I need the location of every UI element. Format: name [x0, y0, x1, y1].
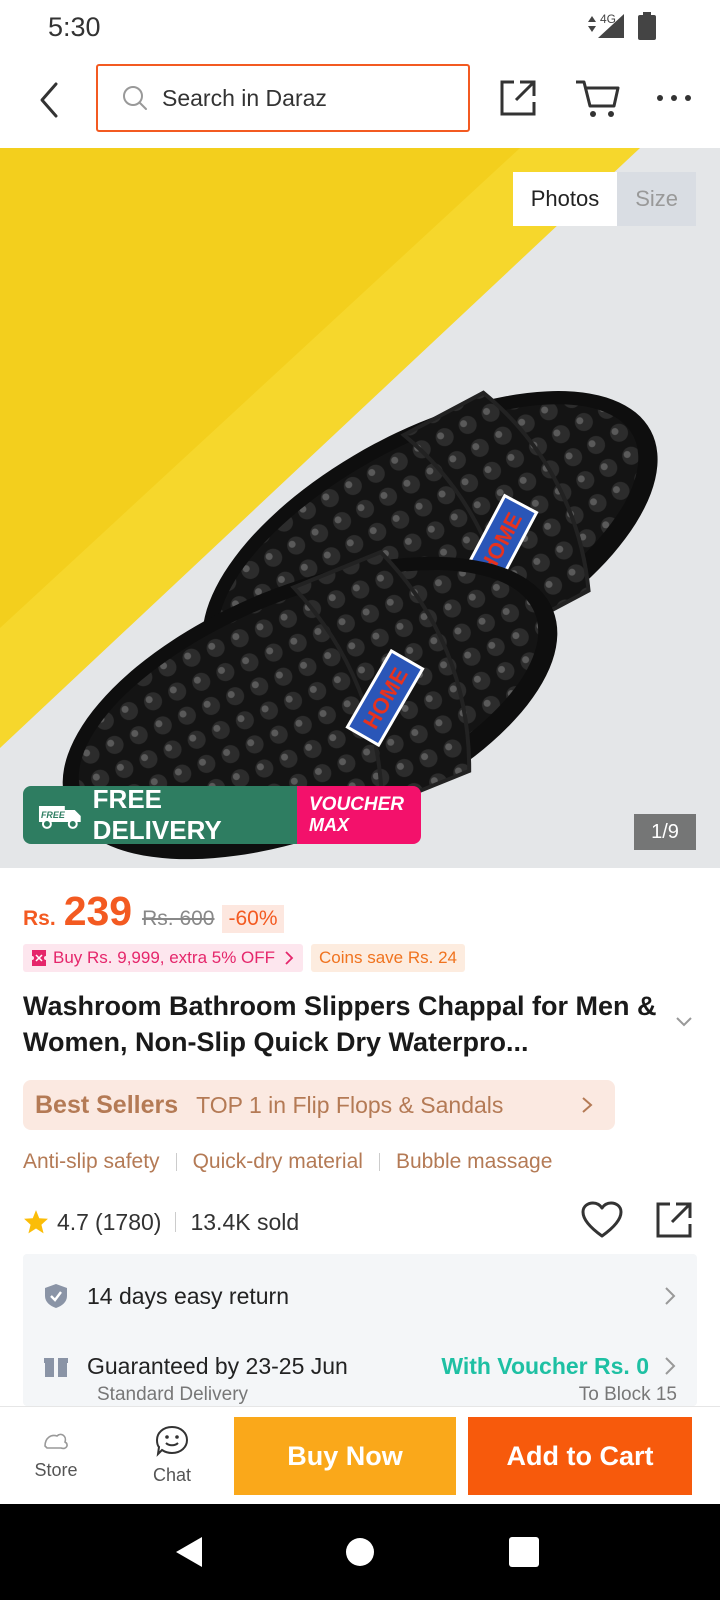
star-icon [24, 1210, 48, 1234]
voucher-max-badge: VOUCHER MAX [297, 786, 421, 844]
delivery-location-text: To Block 15 [578, 1384, 677, 1405]
share-icon [500, 80, 536, 116]
chevron-down-icon [676, 1017, 692, 1027]
share-icon [656, 1202, 692, 1238]
discount-badge: -60% [222, 905, 284, 933]
buy-offer-text: Buy Rs. 9,999, extra 5% OFF [53, 948, 276, 967]
rating-count: (1780) [94, 1208, 162, 1235]
status-time: 5:30 [48, 12, 101, 42]
chat-icon [155, 1425, 189, 1457]
best-sellers-rank: TOP 1 in Flip Flops & Sandals [196, 1091, 504, 1118]
store-icon [44, 1433, 68, 1449]
share-product-button[interactable] [652, 1198, 696, 1242]
feature-item: Anti-slip safety [23, 1150, 160, 1173]
cart-icon [576, 80, 620, 117]
delivery-type-text: Standard Delivery [97, 1384, 249, 1405]
feature-highlights: Anti-slip safety Quick-dry material Bubb… [23, 1150, 552, 1174]
signal-icon: 4G [584, 12, 628, 40]
nav-recents-icon[interactable] [506, 1534, 542, 1570]
voucher-delivery-text: With Voucher Rs. 0 [441, 1352, 649, 1379]
price-row: Rs. 239 Rs. 600 -60% [23, 888, 284, 936]
heart-icon [581, 1201, 623, 1238]
chevron-right-icon [285, 951, 294, 965]
ticket-icon [32, 950, 46, 966]
best-sellers-label: Best Sellers [35, 1090, 179, 1119]
tab-size[interactable]: Size [617, 172, 696, 226]
product-image: HOME HOME [0, 148, 720, 868]
free-delivery-badge: FREE FREE DELIVERY [23, 786, 297, 844]
product-title: Washroom Bathroom Slippers Chappal for M… [23, 991, 657, 1057]
expand-title-button[interactable] [672, 1010, 696, 1034]
back-button[interactable] [30, 78, 70, 122]
tab-photos[interactable]: Photos [512, 172, 618, 226]
service-card: 14 days easy return Guaranteed by 23-25 … [23, 1254, 697, 1406]
shield-check-icon [45, 1284, 67, 1308]
offer-chips: Buy Rs. 9,999, extra 5% OFF Coins save R… [23, 944, 465, 972]
chevron-right-icon [665, 1287, 676, 1305]
image-counter: 1/9 [634, 814, 696, 850]
chat-label: Chat [152, 1464, 192, 1485]
search-icon [123, 86, 147, 110]
store-label: Store [34, 1459, 78, 1480]
product-image-gallery[interactable]: HOME HOME Photos Size FREE FREE DELIVERY [0, 148, 720, 868]
status-icons: 4G [584, 12, 656, 40]
bottom-action-bar: Store Chat Buy Now Add to Cart [0, 1406, 720, 1504]
coins-chip: Coins save Rs. 24 [311, 944, 465, 972]
search-input[interactable]: Search in Daraz [96, 64, 470, 132]
rating-score: 4.7 [57, 1208, 89, 1235]
promo-banner: FREE FREE DELIVERY VOUCHER MAX [23, 786, 421, 844]
best-sellers-banner[interactable]: Best Sellers TOP 1 in Flip Flops & Sanda… [23, 1080, 615, 1130]
divider [175, 1153, 177, 1171]
nav-back-icon[interactable] [172, 1534, 208, 1570]
feature-item: Quick-dry material [192, 1150, 363, 1173]
currency-label: Rs. [23, 907, 56, 930]
network-label: 4G [600, 12, 617, 26]
divider [378, 1153, 380, 1171]
buy-offer-chip[interactable]: Buy Rs. 9,999, extra 5% OFF [23, 944, 304, 972]
chevron-right-icon [665, 1357, 676, 1375]
return-policy-row[interactable]: 14 days easy return [23, 1276, 697, 1316]
gallery-tabs: Photos Size [512, 172, 696, 226]
top-bar: Search in Daraz [0, 56, 720, 148]
delivery-row[interactable]: Guaranteed by 23-25 Jun With Voucher Rs.… [23, 1346, 697, 1386]
cart-button[interactable] [574, 76, 622, 120]
sold-count: 13.4K sold [190, 1208, 300, 1235]
more-dots-icon [657, 95, 691, 101]
feature-item: Bubble massage [395, 1150, 553, 1173]
buy-now-button[interactable]: Buy Now [234, 1417, 456, 1495]
divider [175, 1212, 177, 1232]
system-nav-bar [0, 1504, 720, 1600]
status-bar: 5:30 4G [0, 0, 720, 56]
wishlist-button[interactable] [580, 1200, 624, 1240]
battery-icon [638, 12, 656, 40]
store-button[interactable]: Store [16, 1415, 96, 1495]
return-policy-text: 14 days easy return [87, 1282, 290, 1309]
chevron-right-icon [582, 1097, 593, 1113]
share-button[interactable] [496, 76, 540, 120]
current-price: 239 [63, 888, 133, 934]
search-placeholder: Search in Daraz [162, 84, 327, 111]
rating-row[interactable]: 4.7 (1780) 13.4K sold [23, 1204, 299, 1240]
chat-button[interactable]: Chat [132, 1415, 212, 1495]
more-button[interactable] [654, 78, 694, 118]
add-to-cart-button[interactable]: Add to Cart [468, 1417, 692, 1495]
voucher-label: VOUCHER [309, 794, 405, 815]
max-label: MAX [309, 815, 349, 835]
delivery-date-text: Guaranteed by 23-25 Jun [87, 1352, 348, 1379]
free-delivery-label: FREE DELIVERY [92, 786, 222, 844]
gift-box-icon [44, 1358, 68, 1377]
nav-home-icon[interactable] [342, 1534, 378, 1570]
free-badge-text: FREE [41, 810, 66, 820]
chevron-left-icon [40, 82, 58, 118]
truck-icon: FREE [38, 806, 81, 829]
original-price: Rs. 600 [142, 907, 215, 930]
